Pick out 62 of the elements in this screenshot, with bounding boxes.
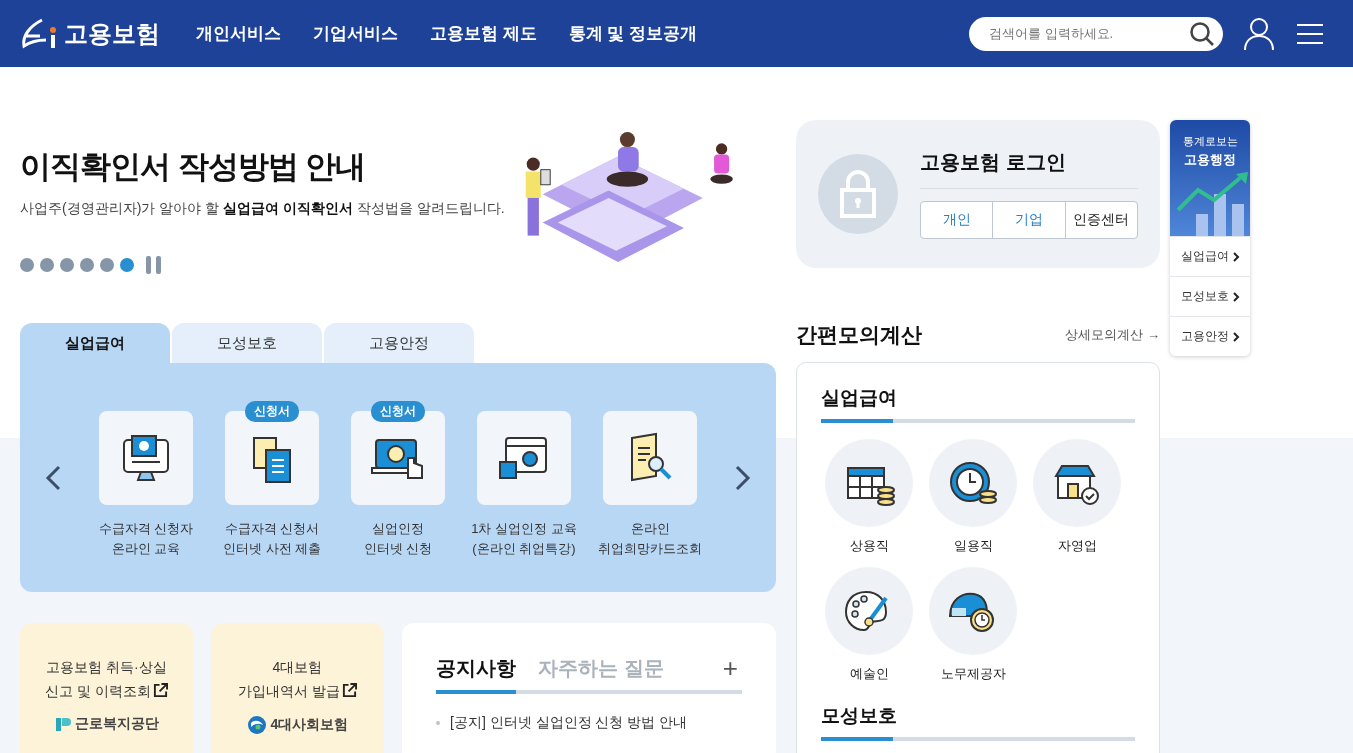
org-logo-icon [246, 715, 267, 735]
statistics-link[interactable]: 실업급여 [1170, 236, 1250, 276]
carousel-dot[interactable] [100, 258, 114, 272]
service-label[interactable]: 수급자격 신청서 인터넷 사전 제출 [222, 518, 322, 559]
section-title: 간편모의계산 [796, 322, 922, 348]
statistics-link[interactable]: 고용안정 [1170, 316, 1250, 356]
statistics-link[interactable]: 모성보호 [1170, 276, 1250, 316]
category-tab[interactable]: 고용안정 [324, 323, 474, 363]
external-link-icon [152, 683, 168, 698]
nav-menu-item[interactable]: 고용보험 제도 [430, 22, 537, 45]
detail-calc-link[interactable]: 상세모의계산 → [1065, 326, 1160, 344]
notice-item[interactable]: [공지] 인터넷 실업인정 신청 방법 안내 [450, 714, 688, 732]
search-field[interactable]: 검색어를 입력하세요. [969, 16, 1223, 51]
form-badge: 신청서 [371, 400, 425, 422]
calc-section-title: 모성보호 [821, 703, 1135, 741]
org-logo-icon [54, 716, 71, 732]
nav-menu-item[interactable]: 기업서비스 [313, 22, 398, 45]
service-label[interactable]: 온라인 취업희망카드조회 [598, 518, 702, 559]
banner-heading: 고용행정 [1184, 151, 1236, 169]
service-tile[interactable] [477, 410, 571, 505]
statistics-banner[interactable]: 통계로보는 고용행정 [1170, 120, 1250, 236]
banner-description: 사업주(경영관리자)가 알아야 할 실업급여 이직확인서 작성법을 알려드립니다. [20, 200, 505, 218]
login-button[interactable]: 인증센터 [1064, 202, 1137, 238]
login-title: 고용보험 로그인 [920, 149, 1138, 189]
quick-link-text: 고용보험 취득·상실 신고 및 이력조회 [45, 658, 168, 701]
carousel-dot[interactable] [120, 258, 134, 272]
site-logo[interactable]: 고용보험 [20, 17, 196, 50]
form-badge: 신청서 [245, 400, 299, 422]
quick-link-card[interactable]: 4대보험 가입내역서 발급 4대사회보험 [211, 623, 384, 753]
service-tile[interactable] [603, 410, 697, 505]
login-button[interactable]: 개인 [921, 202, 993, 238]
user-icon[interactable] [1243, 16, 1275, 51]
service-label[interactable]: 수급자격 신청자 온라인 교육 [98, 518, 194, 559]
category-tab[interactable]: 모성보호 [172, 323, 322, 363]
notice-tab[interactable]: 공지사항 [436, 655, 516, 694]
external-link-icon [341, 683, 357, 698]
chevron-right-icon [1232, 291, 1240, 302]
banner-caption: 통계로보는 [1182, 134, 1238, 149]
carousel-dot[interactable] [20, 258, 34, 272]
nav-menu-item[interactable]: 통계 및 정보공개 [568, 22, 698, 45]
org-name: 근로복지공단 [74, 715, 159, 733]
banner-title: 이직확인서 작성방법 안내 [20, 148, 367, 186]
more-button[interactable]: + [718, 653, 742, 690]
chevron-right-icon [1232, 251, 1240, 262]
carousel-dot[interactable] [40, 258, 54, 272]
org-name: 4대사회보험 [270, 716, 349, 734]
carousel-dot[interactable] [60, 258, 74, 272]
search-icon[interactable] [1189, 20, 1215, 47]
pause-icon[interactable] [146, 256, 162, 274]
quick-link-card[interactable]: 고용보험 취득·상실 신고 및 이력조회 근로복지공단 [20, 623, 193, 753]
menu-icon[interactable] [1297, 22, 1323, 45]
carousel-dot[interactable] [80, 258, 94, 272]
service-label[interactable]: 1차 실업인정 교육 (온라인 취업특강) [471, 518, 577, 559]
calc-section-title: 실업급여 [821, 385, 1135, 423]
category-tab[interactable]: 실업급여 [20, 323, 170, 363]
service-tile[interactable] [99, 410, 193, 505]
nav-menu-item[interactable]: 개인서비스 [196, 22, 281, 45]
rising-chart-icon [1176, 170, 1250, 236]
service-label[interactable]: 실업인정 인터넷 신청 [363, 518, 433, 559]
chevron-right-icon [1232, 331, 1240, 342]
login-button[interactable]: 기업 [992, 202, 1065, 238]
quick-link-text: 4대보험 가입내역서 발급 [238, 655, 357, 703]
